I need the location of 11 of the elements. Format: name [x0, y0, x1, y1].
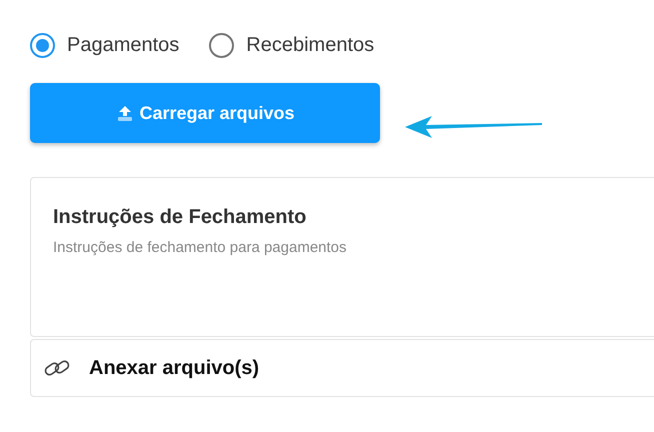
attach-label: Anexar arquivo(s) — [89, 356, 260, 380]
radio-option[interactable]: Recebimentos — [209, 33, 374, 58]
card-subtitle: Instruções de fechamento para pagamentos — [53, 239, 348, 256]
card-title: Instruções de Fechamento — [53, 206, 308, 229]
link-icon — [43, 359, 71, 377]
attach-row[interactable]: Anexar arquivo(s) — [30, 339, 654, 397]
radio-label: Recebimentos — [246, 34, 374, 57]
radio-option[interactable]: Pagamentos — [30, 33, 180, 58]
radio-button[interactable] — [30, 33, 55, 58]
radio-label: Pagamentos — [67, 34, 180, 57]
radio-button[interactable] — [209, 33, 234, 58]
